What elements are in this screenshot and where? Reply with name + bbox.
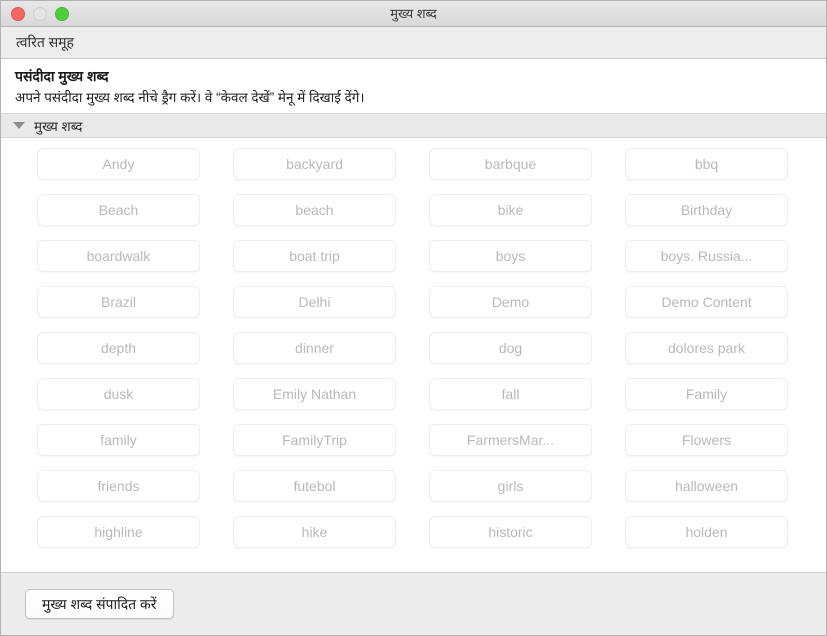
traffic-light-group <box>1 6 69 21</box>
keyword-tag-button[interactable]: fall <box>429 378 592 411</box>
keyword-tag-button[interactable]: dusk <box>37 378 200 411</box>
keyword-tag-button[interactable]: Demo Content <box>625 286 788 319</box>
keywords-grid-area: Andy backyard barbque bbq Beach beach bike Birt… <box>1 138 826 572</box>
keyword-tag-button[interactable]: bike <box>429 194 592 227</box>
keyword-tag-button[interactable]: Beach <box>37 194 200 227</box>
maximize-window-button[interactable] <box>55 6 69 21</box>
keyword-tag-button[interactable]: backyard <box>233 148 396 181</box>
keyword-tag-button[interactable]: holden <box>625 516 788 549</box>
keyword-tag-button[interactable]: boys. Russia... <box>625 240 788 273</box>
keyword-tag-button[interactable]: Delhi <box>233 286 396 319</box>
keyword-tag-grid: Andy backyard barbque bbq Beach beach bike Birt… <box>1 148 826 549</box>
keyword-tag-button[interactable]: halloween <box>625 470 788 503</box>
keyword-tag-button[interactable]: Demo <box>429 286 592 319</box>
quick-group-label[interactable]: त्वरित समूह <box>16 33 74 52</box>
keyword-tag-button[interactable]: boardwalk <box>37 240 200 273</box>
keyword-tag-button[interactable]: beach <box>233 194 396 227</box>
keyword-tag-button[interactable]: Family <box>625 378 788 411</box>
keyword-tag-button[interactable]: FamilyTrip <box>233 424 396 457</box>
keyword-tag-button[interactable]: Flowers <box>625 424 788 457</box>
keyword-tag-button[interactable]: Brazil <box>37 286 200 319</box>
keywords-section-title: मुख्य शब्द <box>34 118 83 134</box>
keyword-tag-button[interactable]: boat trip <box>233 240 396 273</box>
window-title: मुख्य शब्द <box>390 6 437 21</box>
keyword-tag-button[interactable]: dolores park <box>625 332 788 365</box>
keyword-tag-button[interactable]: girls <box>429 470 592 503</box>
keyword-tag-button[interactable]: dinner <box>233 332 396 365</box>
toolbar: त्वरित समूह <box>1 27 826 59</box>
keyword-tag-button[interactable]: highline <box>37 516 200 549</box>
window-titlebar: मुख्य शब्द <box>1 1 826 27</box>
intro-block: पसंदीदा मुख्य शब्द अपने पसंदीदा मुख्य शब… <box>1 59 826 114</box>
triangle-down-icon[interactable] <box>13 122 25 130</box>
window-footer: मुख्य शब्द संपादित करें <box>1 572 826 635</box>
keyword-tag-button[interactable]: Andy <box>37 148 200 181</box>
keywords-window: मुख्य शब्द त्वरित समूह पसंदीदा मुख्य शब्… <box>0 0 827 636</box>
keyword-tag-button[interactable]: historic <box>429 516 592 549</box>
keyword-tag-button[interactable]: dog <box>429 332 592 365</box>
intro-heading: पसंदीदा मुख्य शब्द <box>15 68 109 84</box>
keyword-tag-button[interactable]: FarmersMar... <box>429 424 592 457</box>
intro-description: अपने पसंदीदा मुख्य शब्द नीचे ड्रैग करें।… <box>15 89 365 105</box>
close-window-button[interactable] <box>11 6 25 21</box>
keyword-tag-button[interactable]: bbq <box>625 148 788 181</box>
keywords-section-header[interactable]: मुख्य शब्द <box>1 113 826 139</box>
keyword-tag-button[interactable]: barbque <box>429 148 592 181</box>
keyword-tag-button[interactable]: Emily Nathan <box>233 378 396 411</box>
keyword-tag-button[interactable]: hike <box>233 516 396 549</box>
keyword-tag-button[interactable]: depth <box>37 332 200 365</box>
keyword-tag-button[interactable]: family <box>37 424 200 457</box>
keyword-tag-button[interactable]: futebol <box>233 470 396 503</box>
minimize-window-button[interactable] <box>33 6 47 21</box>
keyword-tag-button[interactable]: Birthday <box>625 194 788 227</box>
keyword-tag-button[interactable]: friends <box>37 470 200 503</box>
keyword-tag-button[interactable]: boys <box>429 240 592 273</box>
edit-keywords-button[interactable]: मुख्य शब्द संपादित करें <box>25 589 174 619</box>
